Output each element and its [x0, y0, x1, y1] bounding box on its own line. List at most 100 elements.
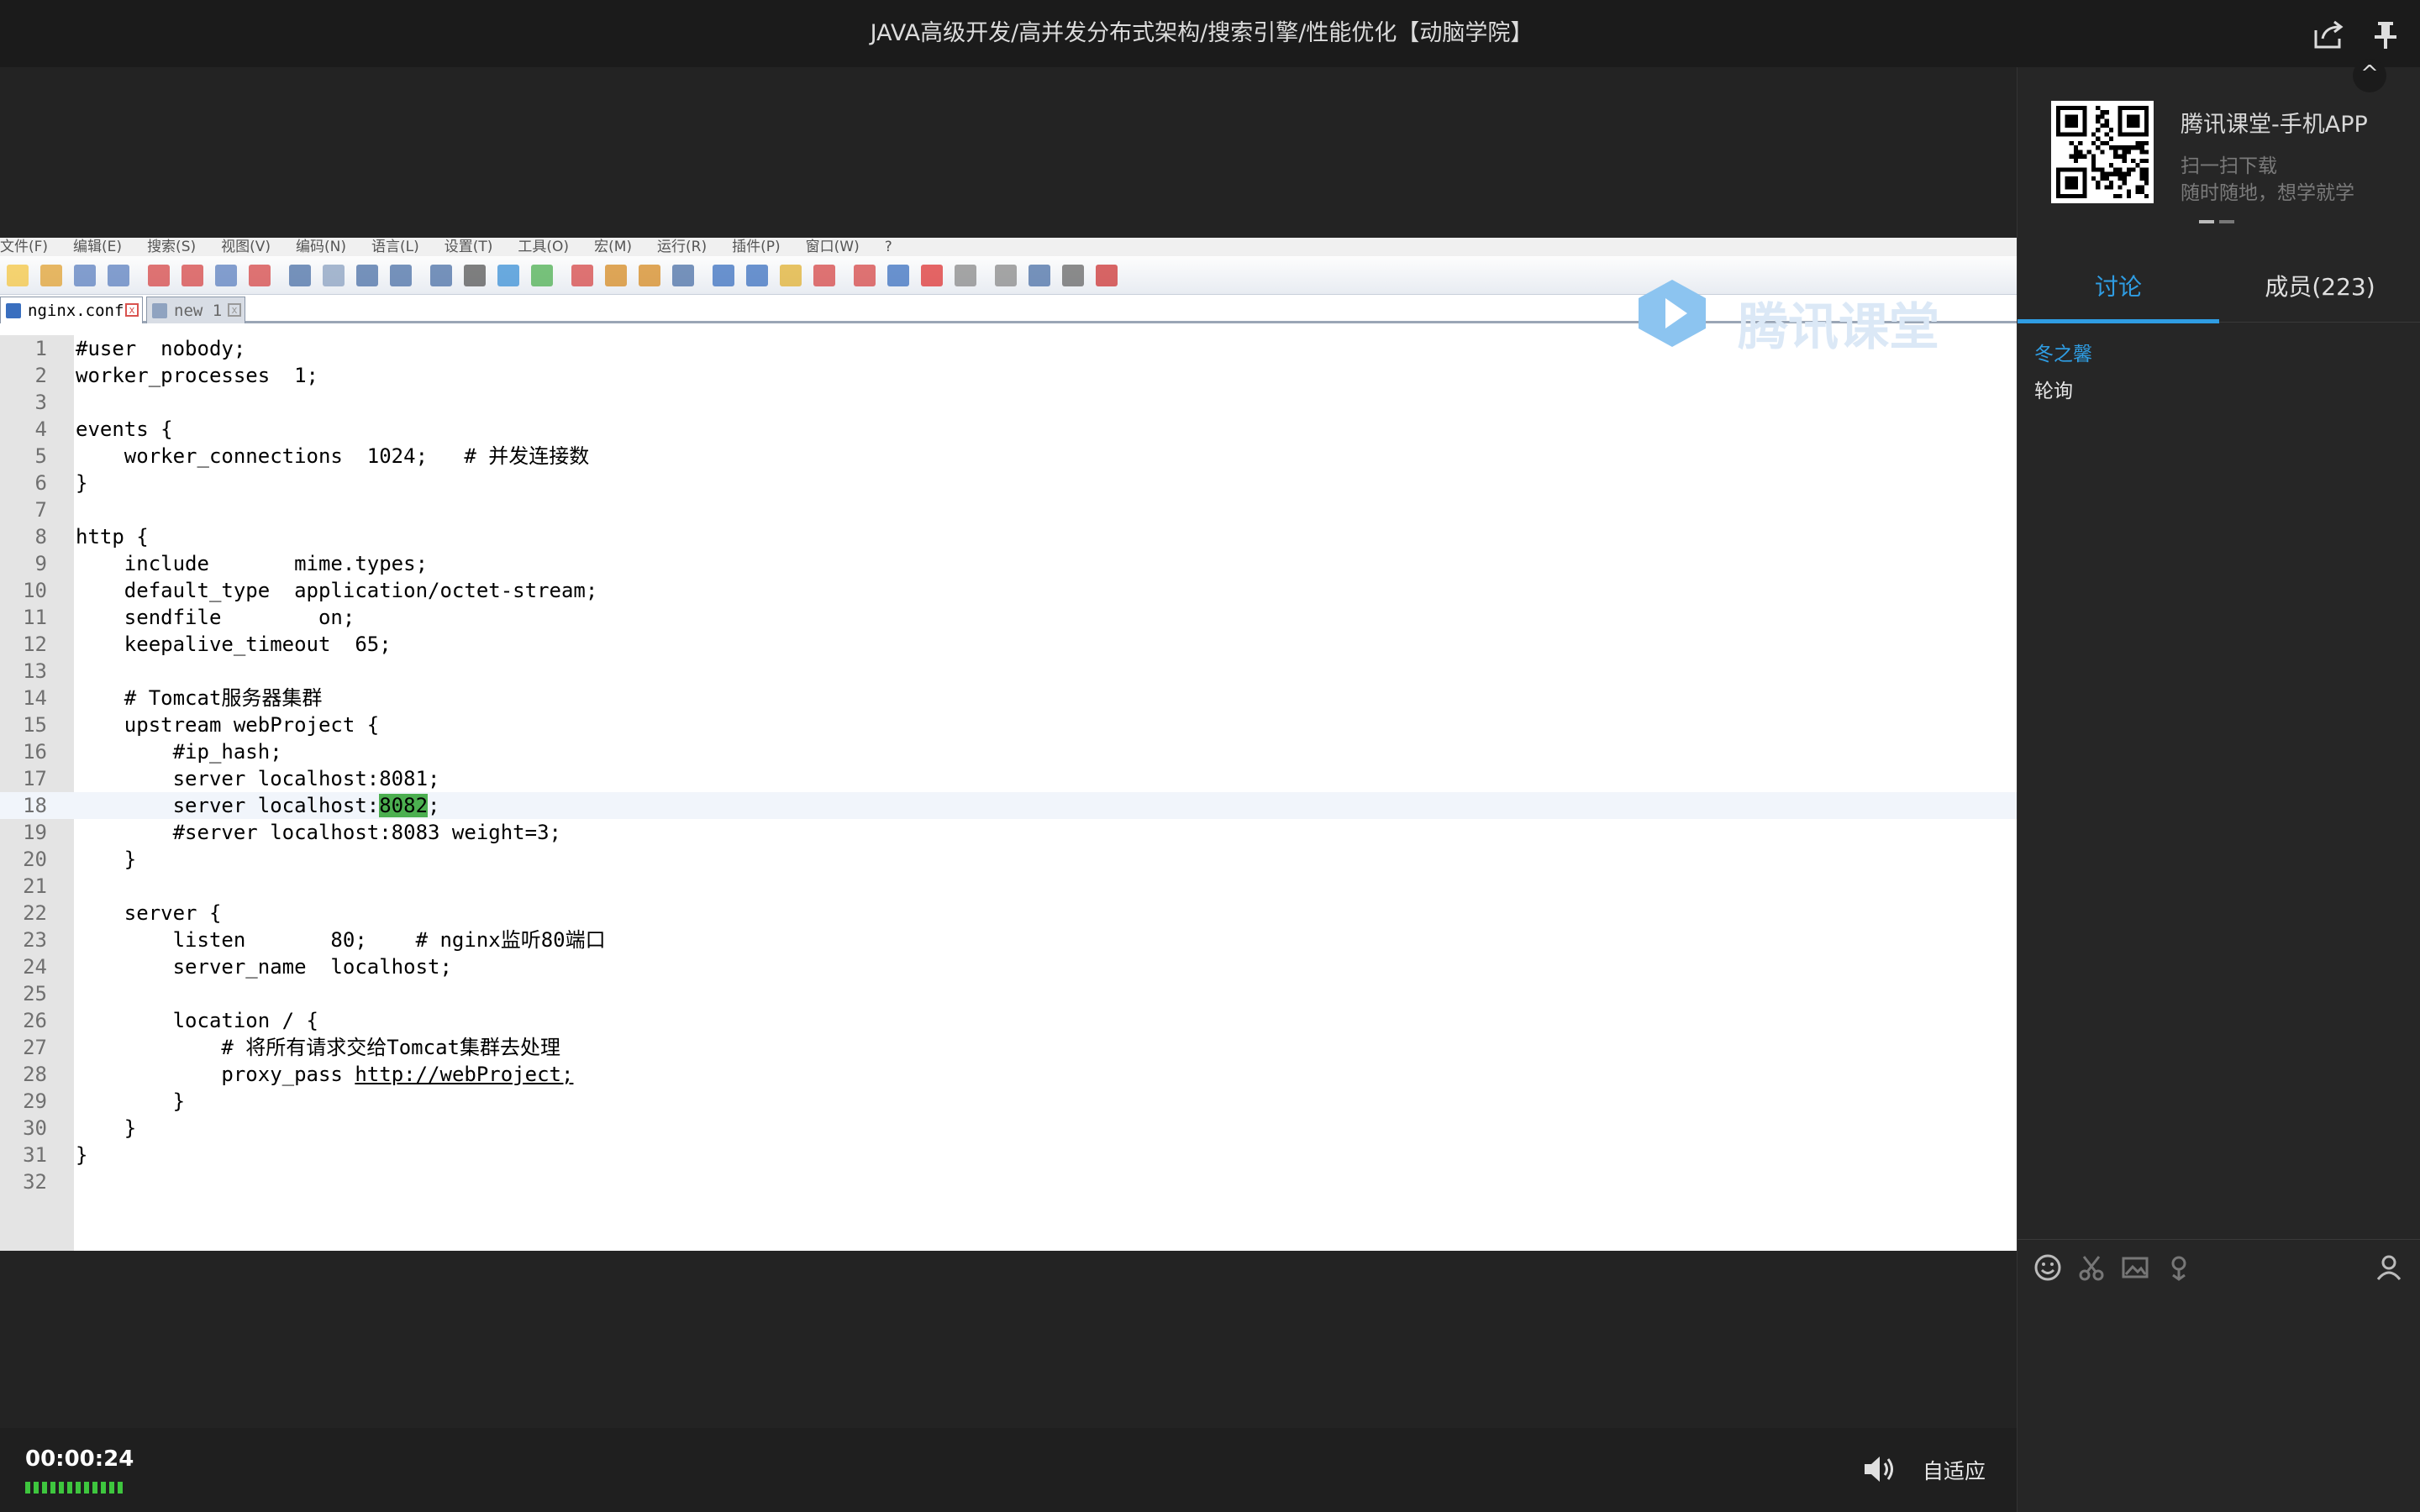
line-text: events { — [76, 417, 173, 441]
toolbar-button-icon[interactable] — [1028, 265, 1050, 286]
toolbar-button-icon[interactable] — [1096, 265, 1118, 286]
pin-icon[interactable] — [2370, 18, 2402, 50]
toolbar-button-icon[interactable] — [289, 265, 311, 286]
tab-label: new 1 — [174, 302, 223, 320]
tab-discussion[interactable]: 讨论 — [2018, 252, 2219, 323]
user-icon[interactable] — [2374, 1253, 2404, 1284]
toolbar-button-icon[interactable] — [40, 265, 62, 286]
code-line: 18 server localhost:8082; — [0, 792, 2017, 819]
toolbar-button-icon[interactable] — [182, 265, 203, 286]
scissors-icon[interactable] — [2076, 1253, 2107, 1284]
line-number: 3 — [34, 391, 47, 414]
code-line: 11 sendfile on; — [0, 604, 2017, 631]
editor-menu-item[interactable]: 文件(F) — [0, 238, 48, 256]
chat-username[interactable]: 冬之馨 — [2034, 338, 2092, 366]
line-text: } — [76, 1116, 137, 1140]
editor-menu-item[interactable]: 工具(O) — [518, 238, 569, 256]
line-text: upstream webProject { — [76, 713, 380, 737]
toolbar-button-icon[interactable] — [430, 265, 452, 286]
toolbar-button-icon[interactable] — [249, 265, 271, 286]
line-text: include mime.types; — [76, 552, 429, 575]
toolbar-button-icon[interactable] — [464, 265, 486, 286]
line-text: server localhost:8081; — [76, 767, 440, 790]
code-line: 19 #server localhost:8083 weight=3; — [0, 819, 2017, 846]
code-line: 21 — [0, 873, 2017, 900]
chevron-up-icon[interactable]: ^ — [2353, 59, 2386, 92]
code-line: 14 # Tomcat服务器集群 — [0, 685, 2017, 711]
toolbar-button-icon[interactable] — [605, 265, 627, 286]
code-line: 6} — [0, 470, 2017, 496]
editor-menu-item[interactable]: 视图(V) — [221, 238, 271, 256]
toolbar-button-icon[interactable] — [531, 265, 553, 286]
title-bar: JAVA高级开发/高并发分布式架构/搜索引擎/性能优化【动脑学院】 — [0, 0, 2420, 67]
toolbar-button-icon[interactable] — [323, 265, 345, 286]
code-line: 27 # 将所有请求交给Tomcat集群去处理 — [0, 1034, 2017, 1061]
app-window: JAVA高级开发/高并发分布式架构/搜索引擎/性能优化【动脑学院】 文件(F) 编… — [0, 0, 2420, 1512]
active-tab-indicator — [2018, 319, 2219, 323]
line-number: 8 — [34, 525, 47, 549]
editor-menu-item[interactable]: ? — [885, 238, 892, 256]
toolbar-button-icon[interactable] — [955, 265, 976, 286]
toolbar-button-icon[interactable] — [639, 265, 660, 286]
speaker-icon[interactable] — [1861, 1452, 1897, 1487]
toolbar-button-icon[interactable] — [746, 265, 768, 286]
tab-members[interactable]: 成员(223) — [2219, 252, 2420, 323]
flower-icon[interactable] — [2164, 1253, 2194, 1284]
editor-menu-item[interactable]: 语言(L) — [371, 238, 419, 256]
share-icon[interactable] — [2312, 18, 2344, 50]
line-number: 21 — [23, 874, 47, 898]
tab-new-1[interactable]: new 1 x — [146, 297, 245, 323]
editor-menu-item[interactable]: 运行(R) — [657, 238, 707, 256]
editor-tabbar: nginx.conf x new 1 x — [0, 295, 2017, 323]
line-number: 15 — [23, 713, 47, 737]
toolbar-button-icon[interactable] — [148, 265, 170, 286]
line-text: listen 80; # nginx监听80端口 — [76, 928, 606, 952]
image-icon[interactable] — [2120, 1253, 2150, 1284]
code-line: 26 location / { — [0, 1007, 2017, 1034]
line-text: sendfile on; — [76, 606, 355, 629]
toolbar-button-icon[interactable] — [921, 265, 943, 286]
code-line: 7 — [0, 496, 2017, 523]
line-text: #ip_hash; — [76, 740, 282, 764]
code-area[interactable]: 1 #user nobody; 2 worker_processes 1; 3 4 even… — [0, 335, 2017, 1251]
code-line: 25 — [0, 980, 2017, 1007]
player-controls: 00:00:24 自适应 — [0, 1428, 2017, 1512]
tab-nginx-conf[interactable]: nginx.conf x — [0, 297, 143, 323]
editor-menu-item[interactable]: 编辑(E) — [73, 238, 122, 256]
video-area[interactable]: 文件(F) 编辑(E) 搜索(S) 视图(V) 编码(N) 语言(L) 设置(T) 工具(O)… — [0, 67, 2017, 1512]
toolbar-button-icon[interactable] — [672, 265, 694, 286]
editor-menu-item[interactable]: 插件(P) — [732, 238, 781, 256]
fit-mode-button[interactable]: 自适应 — [1923, 1455, 1986, 1485]
toolbar-button-icon[interactable] — [74, 265, 96, 286]
editor-menu-item[interactable]: 设置(T) — [445, 238, 493, 256]
toolbar-button-icon[interactable] — [7, 265, 29, 286]
toolbar-button-icon[interactable] — [813, 265, 835, 286]
editor-menu-item[interactable]: 宏(M) — [594, 238, 632, 256]
line-number: 4 — [34, 417, 47, 441]
editor-menu-item[interactable]: 搜索(S) — [147, 238, 196, 256]
carousel-pager[interactable] — [2199, 220, 2249, 223]
editor-menu-item[interactable]: 窗口(W) — [806, 238, 860, 256]
close-icon[interactable]: x — [125, 303, 139, 317]
line-number: 26 — [23, 1009, 47, 1032]
playback-time: 00:00:24 — [25, 1446, 134, 1472]
toolbar-button-icon[interactable] — [713, 265, 734, 286]
close-icon[interactable]: x — [228, 303, 241, 317]
editor-menu-item[interactable]: 编码(N) — [296, 238, 346, 256]
code-line: 31} — [0, 1142, 2017, 1168]
emoji-icon[interactable] — [2033, 1253, 2063, 1284]
toolbar-button-icon[interactable] — [497, 265, 519, 286]
toolbar-button-icon[interactable] — [887, 265, 909, 286]
toolbar-button-icon[interactable] — [571, 265, 593, 286]
toolbar-button-icon[interactable] — [356, 265, 378, 286]
url-link[interactable]: http://webProject; — [355, 1063, 573, 1086]
toolbar-button-icon[interactable] — [780, 265, 802, 286]
line-number: 12 — [23, 633, 47, 656]
toolbar-button-icon[interactable] — [108, 265, 129, 286]
toolbar-button-icon[interactable] — [215, 265, 237, 286]
toolbar-button-icon[interactable] — [995, 265, 1017, 286]
line-text: } — [76, 848, 137, 871]
toolbar-button-icon[interactable] — [390, 265, 412, 286]
toolbar-button-icon[interactable] — [1062, 265, 1084, 286]
toolbar-button-icon[interactable] — [854, 265, 876, 286]
